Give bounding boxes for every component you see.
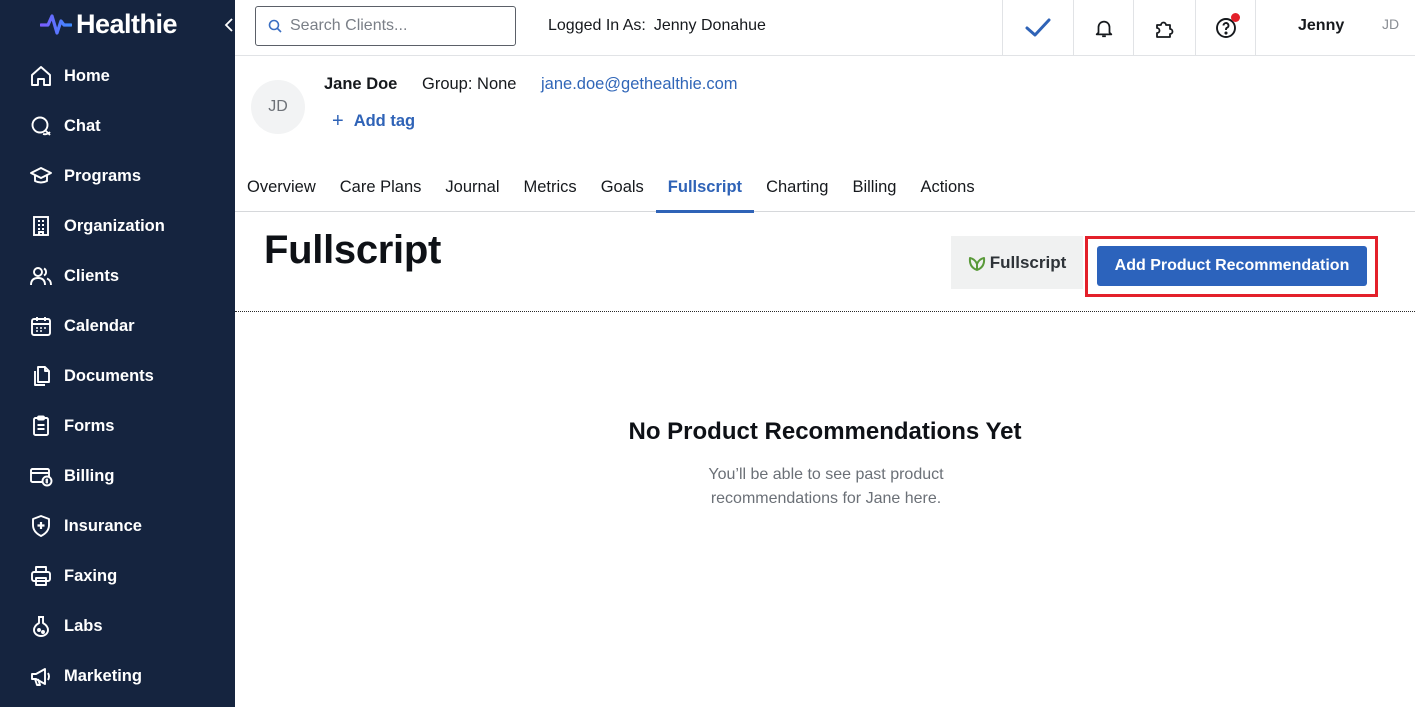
calendar-icon [28, 313, 54, 339]
help-button[interactable] [1195, 0, 1256, 55]
tab-overview[interactable]: Overview [235, 163, 328, 212]
sidebar-item-programs[interactable]: Programs [0, 151, 235, 201]
sidebar-item-organization[interactable]: Organization [0, 201, 235, 251]
healthie-logo-icon [40, 14, 72, 35]
clients-icon [28, 263, 54, 289]
notifications-button[interactable] [1073, 0, 1133, 55]
add-tag-button[interactable]: + Add tag [332, 111, 415, 131]
collapse-sidebar-button[interactable] [222, 16, 236, 34]
logged-in-label: Logged In As: [548, 17, 646, 34]
insurance-icon [28, 513, 54, 539]
tab-care-plans[interactable]: Care Plans [328, 163, 434, 212]
top-bar: Logged In As: Jenny Donahue Jenny JD [235, 0, 1415, 56]
brand-name: Healthie [76, 8, 178, 39]
client-tabs: Overview Care Plans Journal Metrics Goal… [235, 163, 1415, 213]
chevron-left-icon [224, 18, 233, 32]
sidebar-item-marketing[interactable]: Marketing [0, 651, 235, 701]
client-search[interactable] [255, 6, 516, 46]
puzzle-icon [1155, 21, 1173, 38]
sidebar-item-label: Forms [64, 416, 115, 435]
billing-icon [28, 463, 54, 489]
sidebar-item-label: Clients [64, 266, 120, 285]
fullscript-logo: Fullscript [951, 236, 1083, 289]
organization-icon [28, 213, 54, 239]
programs-icon [28, 163, 54, 189]
sidebar-nav: Home Chat Programs Organization Clients [0, 51, 235, 701]
tab-charting[interactable]: Charting [754, 163, 840, 212]
sidebar-item-chat[interactable]: Chat [0, 101, 235, 151]
client-email-link[interactable]: jane.doe@gethealthie.com [541, 75, 738, 94]
page-title: Fullscript [264, 228, 442, 272]
user-avatar[interactable]: JD [1382, 16, 1399, 32]
leaf-icon [968, 256, 985, 271]
healthie-logo[interactable]: Healthie [40, 8, 178, 40]
sidebar-item-label: Chat [64, 116, 101, 135]
plus-icon: + [332, 110, 344, 132]
sidebar-item-forms[interactable]: Forms [0, 401, 235, 451]
empty-state-description: You’ll be able to see past product recom… [708, 466, 944, 507]
add-tag-label: Add tag [353, 111, 416, 130]
empty-state-title: No Product Recommendations Yet [628, 418, 1022, 445]
tab-metrics[interactable]: Metrics [512, 163, 589, 212]
sidebar-item-label: Organization [64, 216, 165, 235]
labs-icon [28, 613, 54, 639]
forms-icon [28, 413, 54, 439]
sidebar-item-label: Documents [64, 366, 154, 385]
sidebar-item-documents[interactable]: Documents [0, 351, 235, 401]
tab-billing[interactable]: Billing [840, 163, 908, 212]
client-avatar: JD [251, 80, 305, 134]
tab-actions[interactable]: Actions [908, 163, 986, 212]
bell-icon [1095, 20, 1112, 37]
sidebar-item-clients[interactable]: Clients [0, 251, 235, 301]
section-divider [235, 311, 1415, 312]
sidebar: Healthie Home Chat Programs Organization… [0, 0, 235, 707]
add-product-recommendation-button[interactable]: Add Product Recommendation [1097, 246, 1367, 286]
fullscript-logo-text: Fullscript [989, 252, 1067, 272]
sidebar-item-insurance[interactable]: Insurance [0, 501, 235, 551]
sidebar-item-label: Programs [64, 166, 142, 185]
sidebar-item-faxing[interactable]: Faxing [0, 551, 235, 601]
sidebar-item-labs[interactable]: Labs [0, 601, 235, 651]
faxing-icon [28, 563, 54, 589]
sidebar-item-label: Marketing [64, 666, 142, 685]
home-icon [28, 63, 54, 89]
chat-icon [28, 113, 54, 139]
sidebar-item-label: Insurance [64, 516, 142, 535]
tab-journal[interactable]: Journal [433, 163, 511, 212]
client-group: Group: None [422, 75, 517, 93]
checkmark-icon [1025, 18, 1051, 36]
sidebar-item-calendar[interactable]: Calendar [0, 301, 235, 351]
user-menu-name[interactable]: Jenny [1298, 17, 1344, 35]
sidebar-item-label: Labs [64, 616, 103, 635]
tab-goals[interactable]: Goals [589, 163, 656, 212]
sidebar-item-label: Home [64, 66, 110, 85]
sidebar-item-billing[interactable]: Billing [0, 451, 235, 501]
marketing-icon [28, 663, 54, 689]
search-icon [268, 19, 282, 33]
help-icon [1214, 12, 1240, 40]
integrations-button[interactable] [1133, 0, 1195, 55]
tab-fullscript[interactable]: Fullscript [655, 163, 755, 213]
search-input[interactable] [290, 17, 500, 35]
documents-icon [28, 363, 54, 389]
sidebar-item-home[interactable]: Home [0, 51, 235, 101]
tasks-button[interactable] [1002, 0, 1073, 55]
sidebar-item-label: Billing [64, 466, 115, 485]
client-name: Jane Doe [324, 75, 398, 93]
notification-dot [1230, 12, 1240, 22]
logged-in-as: Logged In As: Jenny Donahue [548, 17, 766, 35]
logged-in-user: Jenny Donahue [653, 17, 766, 34]
sidebar-item-label: Calendar [64, 316, 135, 335]
sidebar-item-label: Faxing [64, 566, 118, 585]
